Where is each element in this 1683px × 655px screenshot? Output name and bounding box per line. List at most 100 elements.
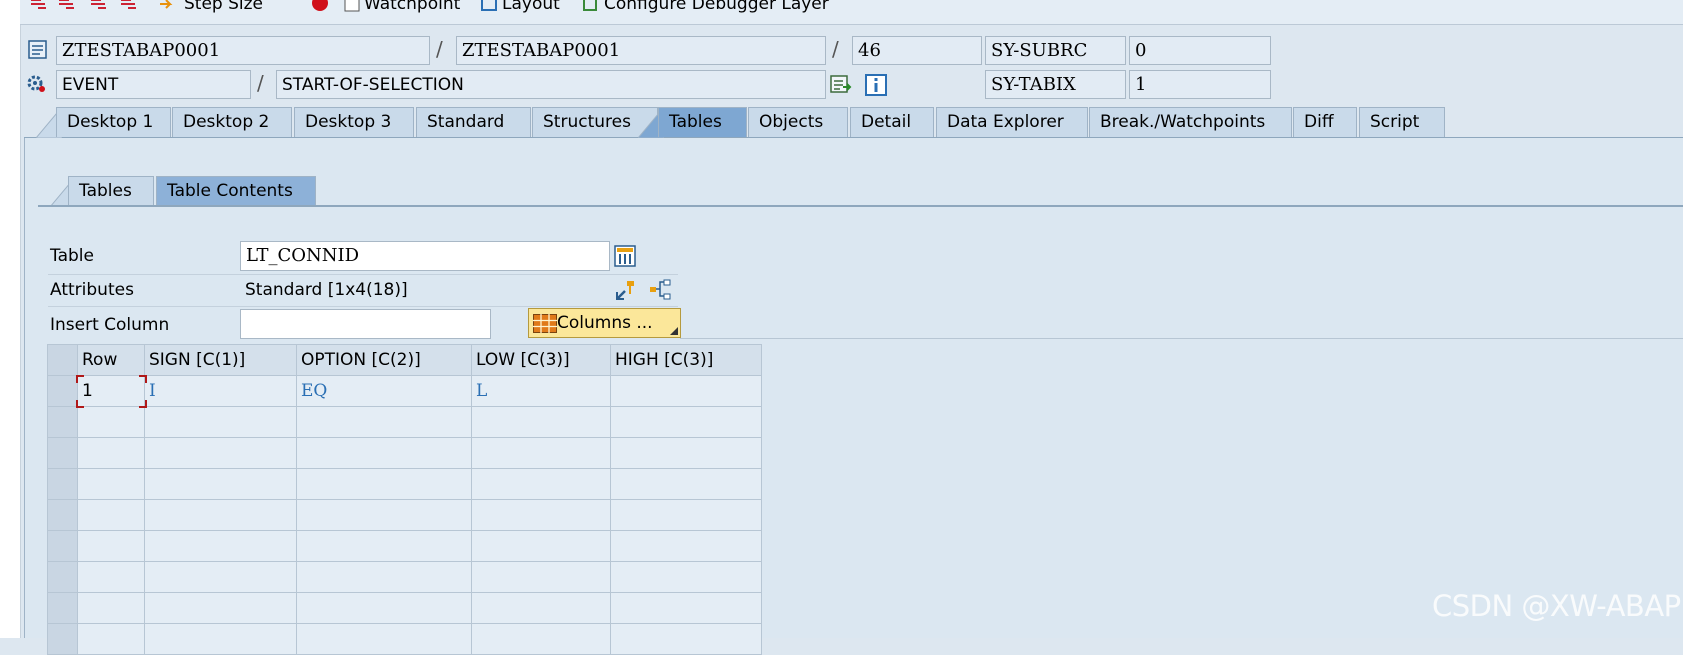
- empty-cell[interactable]: [471, 592, 611, 624]
- tab-standard[interactable]: Standard: [416, 107, 531, 137]
- empty-cell[interactable]: [296, 530, 472, 562]
- row-selector[interactable]: [47, 375, 78, 407]
- empty-cell[interactable]: [144, 406, 297, 438]
- watchpoint-button[interactable]: Watchpoint: [364, 0, 460, 14]
- empty-cell[interactable]: [144, 530, 297, 562]
- column-header-row[interactable]: Row: [77, 344, 145, 376]
- sy-subrc-label-field[interactable]: SY-SUBRC: [985, 36, 1126, 65]
- cell-option[interactable]: EQ: [296, 375, 472, 407]
- empty-cell[interactable]: [77, 499, 145, 531]
- info-icon[interactable]: [865, 74, 887, 96]
- empty-cell[interactable]: [144, 592, 297, 624]
- step-over-icon[interactable]: [58, 0, 76, 12]
- empty-cell[interactable]: [77, 406, 145, 438]
- event-name-field[interactable]: START-OF-SELECTION: [276, 70, 826, 99]
- columns-button[interactable]: Columns ...: [528, 308, 681, 338]
- row-selector[interactable]: [47, 468, 78, 500]
- layout-button[interactable]: Layout: [502, 0, 560, 14]
- empty-cell[interactable]: [471, 623, 611, 655]
- empty-cell[interactable]: [296, 499, 472, 531]
- empty-cell[interactable]: [144, 499, 297, 531]
- cell-high[interactable]: [610, 375, 762, 407]
- empty-cell[interactable]: [296, 406, 472, 438]
- program-field[interactable]: ZTESTABAP0001: [56, 36, 430, 65]
- sy-subrc-value-field[interactable]: 0: [1129, 36, 1271, 65]
- empty-cell[interactable]: [610, 499, 762, 531]
- table-layout-icon[interactable]: [614, 245, 636, 267]
- empty-cell[interactable]: [610, 592, 762, 624]
- empty-cell[interactable]: [610, 406, 762, 438]
- row-selector[interactable]: [47, 437, 78, 469]
- continue-icon[interactable]: [120, 0, 138, 12]
- empty-cell[interactable]: [296, 592, 472, 624]
- event-type-field[interactable]: EVENT: [56, 70, 251, 99]
- empty-cell[interactable]: [296, 437, 472, 469]
- empty-cell[interactable]: [610, 530, 762, 562]
- row-selector[interactable]: [47, 499, 78, 531]
- line-number-field[interactable]: 46: [852, 36, 982, 65]
- row-selector[interactable]: [47, 561, 78, 593]
- empty-cell[interactable]: [471, 499, 611, 531]
- sy-tabix-value-field[interactable]: 1: [1129, 70, 1271, 99]
- insert-column-input[interactable]: [240, 309, 491, 339]
- tab-detail[interactable]: Detail: [850, 107, 934, 137]
- empty-cell[interactable]: [471, 406, 611, 438]
- tab-break-watchpoints[interactable]: Break./Watchpoints: [1089, 107, 1292, 137]
- tab-tables[interactable]: Tables: [658, 107, 747, 137]
- column-header-high[interactable]: HIGH [C(3)]: [610, 344, 762, 376]
- watchpoint-checkbox-icon[interactable]: [344, 0, 360, 12]
- empty-cell[interactable]: [77, 592, 145, 624]
- empty-cell[interactable]: [77, 623, 145, 655]
- step-into-icon[interactable]: [30, 0, 48, 12]
- subtab-tables[interactable]: Tables: [68, 176, 154, 207]
- navigate-to-source-icon[interactable]: [829, 74, 853, 96]
- row-selector[interactable]: [47, 592, 78, 624]
- row-selector[interactable]: [47, 623, 78, 655]
- empty-cell[interactable]: [610, 561, 762, 593]
- edit-key-icon[interactable]: [614, 278, 638, 302]
- tab-diff[interactable]: Diff: [1293, 107, 1357, 137]
- empty-cell[interactable]: [471, 437, 611, 469]
- column-header-sign[interactable]: SIGN [C(1)]: [144, 344, 297, 376]
- empty-cell[interactable]: [610, 468, 762, 500]
- column-header-low[interactable]: LOW [C(3)]: [471, 344, 611, 376]
- tab-script[interactable]: Script: [1359, 107, 1445, 137]
- row-selector[interactable]: [47, 530, 78, 562]
- hierarchy-icon[interactable]: [648, 278, 674, 302]
- tab-desktop-2[interactable]: Desktop 2: [172, 107, 292, 137]
- tab-desktop-3[interactable]: Desktop 3: [294, 107, 414, 137]
- sy-tabix-label-field[interactable]: SY-TABIX: [985, 70, 1126, 99]
- column-header-option[interactable]: OPTION [C(2)]: [296, 344, 472, 376]
- row-selector[interactable]: [47, 406, 78, 438]
- empty-cell[interactable]: [77, 530, 145, 562]
- empty-cell[interactable]: [471, 468, 611, 500]
- empty-cell[interactable]: [471, 561, 611, 593]
- empty-cell[interactable]: [77, 437, 145, 469]
- empty-cell[interactable]: [144, 623, 297, 655]
- step-size-button[interactable]: Step Size: [184, 0, 263, 14]
- include-field[interactable]: ZTESTABAP0001: [456, 36, 826, 65]
- tab-data-explorer[interactable]: Data Explorer: [936, 107, 1088, 137]
- select-all-cell[interactable]: [47, 344, 78, 376]
- cell-row-number[interactable]: 1: [76, 375, 147, 408]
- empty-cell[interactable]: [471, 530, 611, 562]
- empty-cell[interactable]: [610, 437, 762, 469]
- empty-cell[interactable]: [144, 561, 297, 593]
- empty-cell[interactable]: [610, 623, 762, 655]
- empty-cell[interactable]: [296, 623, 472, 655]
- cell-low[interactable]: L: [471, 375, 611, 407]
- configure-debugger-layer-button[interactable]: Configure Debugger Layer: [604, 0, 829, 14]
- subtab-table-contents[interactable]: Table Contents: [156, 176, 316, 207]
- tab-desktop-1[interactable]: Desktop 1: [56, 107, 171, 137]
- empty-cell[interactable]: [296, 468, 472, 500]
- empty-cell[interactable]: [77, 561, 145, 593]
- separator-slash: /: [257, 71, 264, 95]
- empty-cell[interactable]: [144, 437, 297, 469]
- tab-objects[interactable]: Objects: [748, 107, 848, 137]
- step-return-icon[interactable]: [90, 0, 108, 12]
- cell-sign[interactable]: I: [144, 375, 297, 407]
- empty-cell[interactable]: [144, 468, 297, 500]
- empty-cell[interactable]: [296, 561, 472, 593]
- table-name-input[interactable]: LT_CONNID: [240, 241, 610, 271]
- empty-cell[interactable]: [77, 468, 145, 500]
